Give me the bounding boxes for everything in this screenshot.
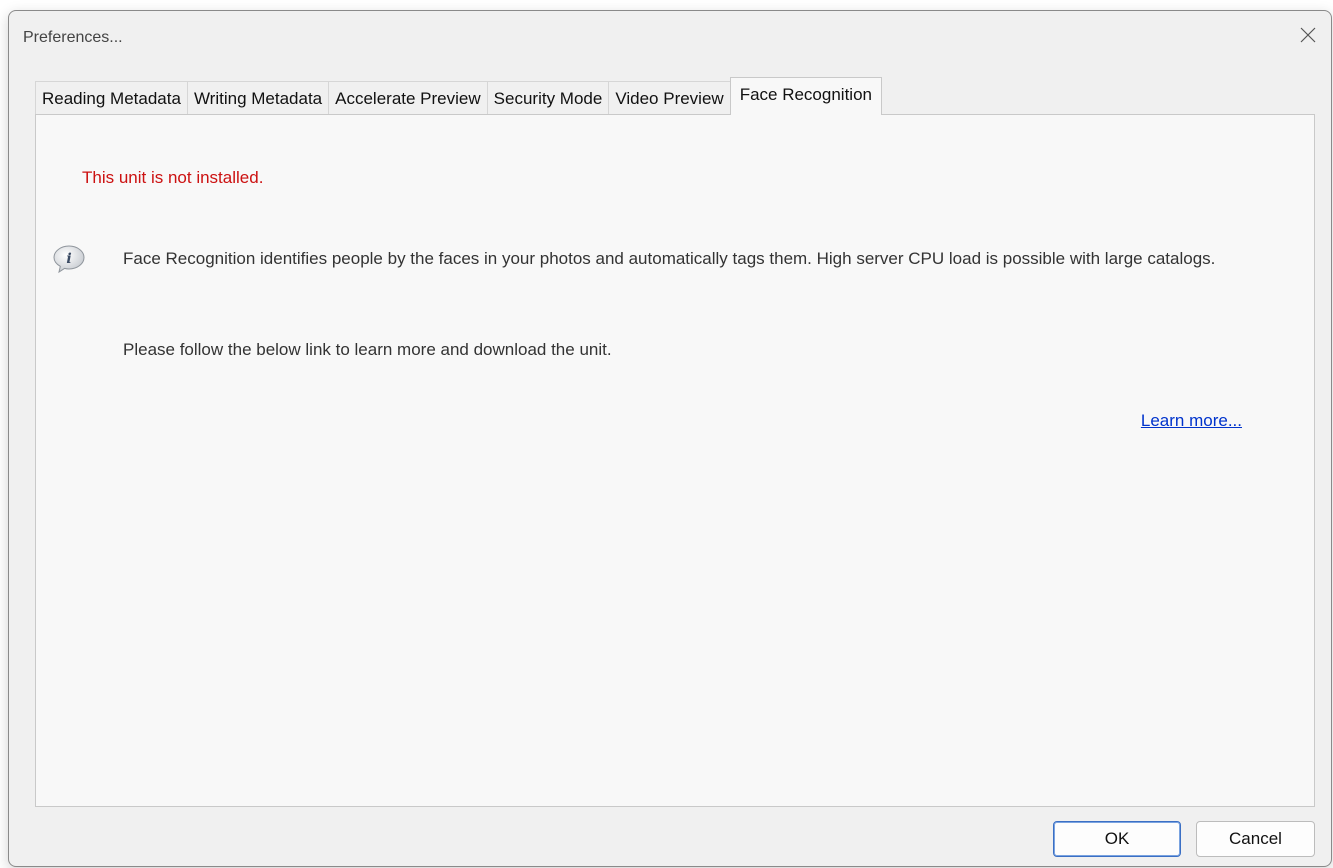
learn-more-link[interactable]: Learn more... — [1141, 411, 1242, 431]
info-icon: i — [53, 245, 85, 274]
cancel-button[interactable]: Cancel — [1196, 821, 1315, 857]
close-icon — [1300, 27, 1316, 43]
face-recognition-panel: This unit is not installed. i Face Recog… — [35, 114, 1315, 807]
close-button[interactable] — [1285, 11, 1331, 59]
tab-accelerate-preview[interactable]: Accelerate Preview — [328, 81, 488, 115]
tab-video-preview[interactable]: Video Preview — [608, 81, 731, 115]
follow-instruction: Please follow the below link to learn mo… — [123, 340, 612, 359]
not-installed-message: This unit is not installed. — [82, 168, 264, 187]
tab-face-recognition[interactable]: Face Recognition — [729, 77, 882, 115]
tab-security-mode[interactable]: Security Mode — [486, 81, 610, 115]
preferences-dialog: Preferences... Reading Metadata Writing … — [8, 10, 1332, 867]
tab-writing-metadata[interactable]: Writing Metadata — [186, 81, 330, 115]
svg-text:i: i — [66, 251, 71, 267]
title-bar: Preferences... — [9, 11, 1331, 67]
info-description: Face Recognition identifies people by th… — [123, 249, 1216, 268]
tab-reading-metadata[interactable]: Reading Metadata — [35, 81, 188, 115]
ok-button[interactable]: OK — [1053, 821, 1181, 857]
window-title: Preferences... — [23, 29, 123, 46]
tab-bar: Reading Metadata Writing Metadata Accele… — [35, 77, 882, 115]
